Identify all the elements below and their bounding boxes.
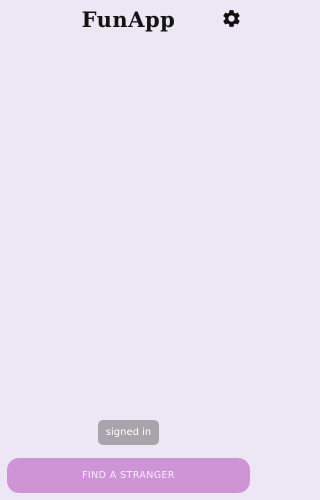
settings-button[interactable] [219, 8, 243, 32]
app-screen: FunApp signed in FIND A STRANGER [0, 0, 257, 500]
find-stranger-button[interactable]: FIND A STRANGER [7, 458, 250, 493]
status-toast: signed in [98, 420, 159, 445]
gear-icon [221, 8, 242, 33]
